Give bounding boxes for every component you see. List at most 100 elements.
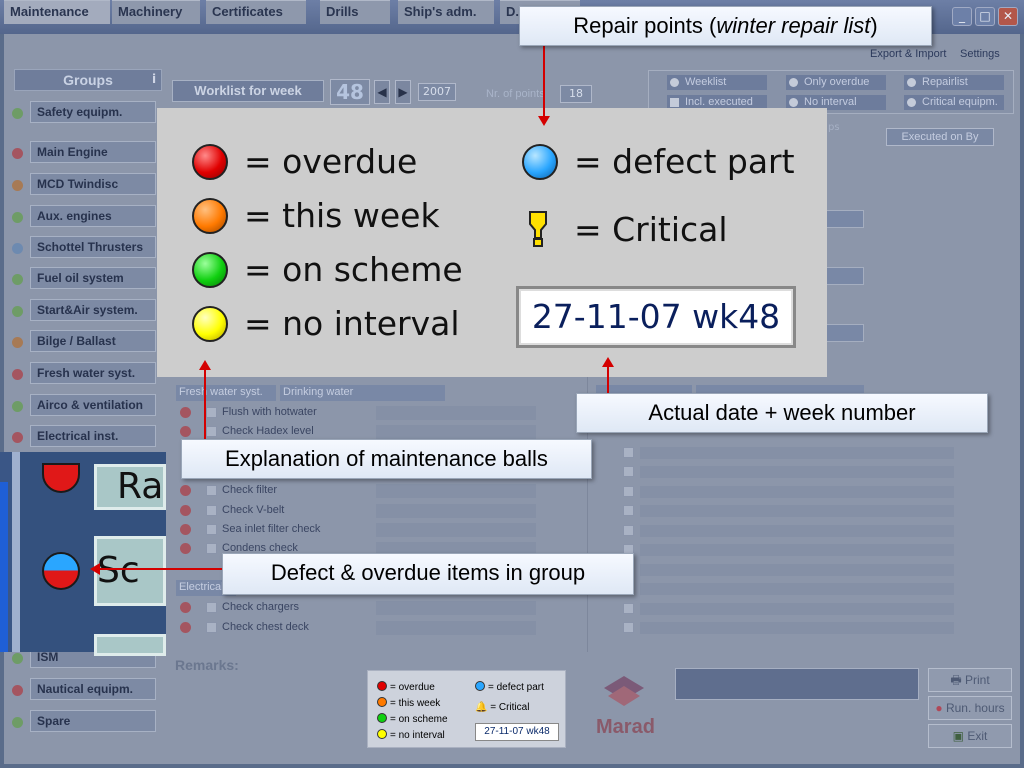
task-checkbox[interactable] [206, 622, 217, 633]
group-button[interactable]: Start&Air system. [30, 299, 156, 321]
task-label: Check Hadex level [222, 425, 314, 437]
green-ball-icon [192, 252, 228, 288]
column-header-fragment: ps [828, 122, 840, 133]
group-item[interactable]: MCD Twindisc [10, 173, 160, 197]
task-checkbox[interactable] [206, 524, 217, 535]
group-item[interactable]: Safety equipm. [10, 101, 160, 125]
overdue-ball-icon [180, 505, 191, 516]
task-checkbox[interactable] [206, 485, 217, 496]
executed-checkbox[interactable] [623, 505, 634, 516]
status-ball-icon [12, 717, 23, 728]
exit-icon: ▣ [952, 729, 968, 743]
task-row[interactable]: Check chargers [176, 599, 538, 617]
callout-defect-overdue: Defect & overdue items in group [222, 553, 634, 595]
arrow-head-icon [199, 360, 211, 370]
task-checkbox[interactable] [206, 543, 217, 554]
group-item[interactable]: Spare [10, 710, 160, 734]
group-item[interactable]: Aux. engines [10, 205, 160, 229]
group-button[interactable]: Airco & ventilation [30, 394, 156, 416]
run-hours-label: Run. hours [945, 701, 1005, 715]
task-checkbox[interactable] [206, 602, 217, 613]
group-button[interactable]: Spare [30, 710, 156, 732]
zoom-group-button-bottom [94, 634, 166, 656]
only-overdue-radio[interactable]: Only overdue [786, 75, 886, 90]
group-button[interactable]: Nautical equipm. [30, 678, 156, 700]
group-button[interactable]: Fuel oil system [30, 267, 156, 289]
group-item[interactable]: Schottel Thrusters [10, 236, 160, 260]
print-button[interactable]: 🖶 Print [928, 668, 1012, 692]
task-checkbox[interactable] [206, 426, 217, 437]
worklist-label: Worklist for week [172, 80, 324, 102]
remarks-field[interactable] [675, 668, 919, 700]
group-item[interactable]: Main Engine [10, 141, 160, 165]
next-week-button[interactable]: ▶ [395, 80, 411, 104]
task-label: Check V-belt [222, 504, 285, 516]
overdue-ball-icon [180, 622, 191, 633]
previous-week-button[interactable]: ◀ [374, 80, 390, 104]
group-button[interactable]: Electrical inst. [30, 425, 156, 447]
executed-on-header: Executed on By [886, 128, 994, 146]
executed-checkbox[interactable] [623, 466, 634, 477]
mini-legend-label: = this week [390, 698, 441, 709]
run-hours-button[interactable]: ● Run. hours [928, 696, 1012, 720]
tab-ships-adm[interactable]: Ship's adm. [398, 0, 494, 24]
tab-certificates[interactable]: Certificates [206, 0, 306, 24]
exit-button[interactable]: ▣ Exit [928, 724, 1012, 748]
repairlist-radio[interactable]: Repairlist [904, 75, 1004, 90]
legend-defect-part-label: = defect part [574, 142, 795, 181]
export-import-link[interactable]: Export & Import [870, 48, 946, 60]
status-ball-icon [12, 306, 23, 317]
settings-link[interactable]: Settings [960, 48, 1000, 60]
status-ball-icon [12, 685, 23, 696]
blue-ball-icon [522, 144, 558, 180]
status-ball-icon [12, 337, 23, 348]
executed-checkbox[interactable] [623, 603, 634, 614]
group-item[interactable]: Electrical inst. [10, 425, 160, 449]
group-item[interactable]: Start&Air system. [10, 299, 160, 323]
group-button[interactable]: Main Engine [30, 141, 156, 163]
group-item[interactable]: Bilge / Ballast [10, 330, 160, 354]
tab-machinery[interactable]: Machinery [112, 0, 200, 24]
executed-checkbox[interactable] [623, 447, 634, 458]
group-button[interactable]: MCD Twindisc [30, 173, 156, 195]
executed-field [640, 564, 954, 576]
date-week-value: 27-11-07 wk48 [531, 297, 781, 336]
group-button[interactable]: Bilge / Ballast [30, 330, 156, 352]
task-row[interactable]: Check filter [176, 482, 538, 500]
weeklist-radio[interactable]: Weeklist [667, 75, 767, 90]
task-row[interactable]: Flush with hotwater [176, 404, 538, 422]
info-icon[interactable]: i [152, 72, 156, 86]
task-checkbox[interactable] [206, 505, 217, 516]
group-button[interactable]: Schottel Thrusters [30, 236, 156, 258]
executed-checkbox[interactable] [623, 486, 634, 497]
group-item[interactable]: Nautical equipm. [10, 678, 160, 702]
year-field: 2007 [418, 83, 456, 101]
group-item[interactable]: Airco & ventilation [10, 394, 160, 418]
status-ball-icon [12, 148, 23, 159]
task-row[interactable]: Check V-belt [176, 502, 538, 520]
tab-drills[interactable]: Drills [320, 0, 390, 24]
tab-maintenance[interactable]: Maintenance [4, 0, 110, 24]
executed-field [640, 466, 954, 478]
close-button[interactable]: ✕ [998, 7, 1018, 26]
group-button[interactable]: Aux. engines [30, 205, 156, 227]
mini-legend-label: = overdue [390, 682, 435, 693]
critical-equipm-radio[interactable]: Critical equipm. [904, 95, 1004, 110]
group-item[interactable]: Fresh water syst. [10, 362, 160, 386]
executed-field [640, 583, 954, 595]
callout-line [607, 364, 609, 394]
group-button[interactable]: Fresh water syst. [30, 362, 156, 384]
minimize-button[interactable]: _ [952, 7, 972, 26]
status-ball-icon [12, 212, 23, 223]
group-button[interactable]: Safety equipm. [30, 101, 156, 123]
maximize-button[interactable]: □ [975, 7, 995, 26]
group-item[interactable]: Fuel oil system [10, 267, 160, 291]
task-checkbox[interactable] [206, 407, 217, 418]
executed-checkbox[interactable] [623, 622, 634, 633]
task-row[interactable]: Check chest deck [176, 619, 538, 637]
exit-label: Exit [967, 729, 988, 743]
status-ball-icon [12, 180, 23, 191]
executed-checkbox[interactable] [623, 525, 634, 536]
overdue-ball-icon [180, 485, 191, 496]
task-row[interactable]: Sea inlet filter check [176, 521, 538, 539]
